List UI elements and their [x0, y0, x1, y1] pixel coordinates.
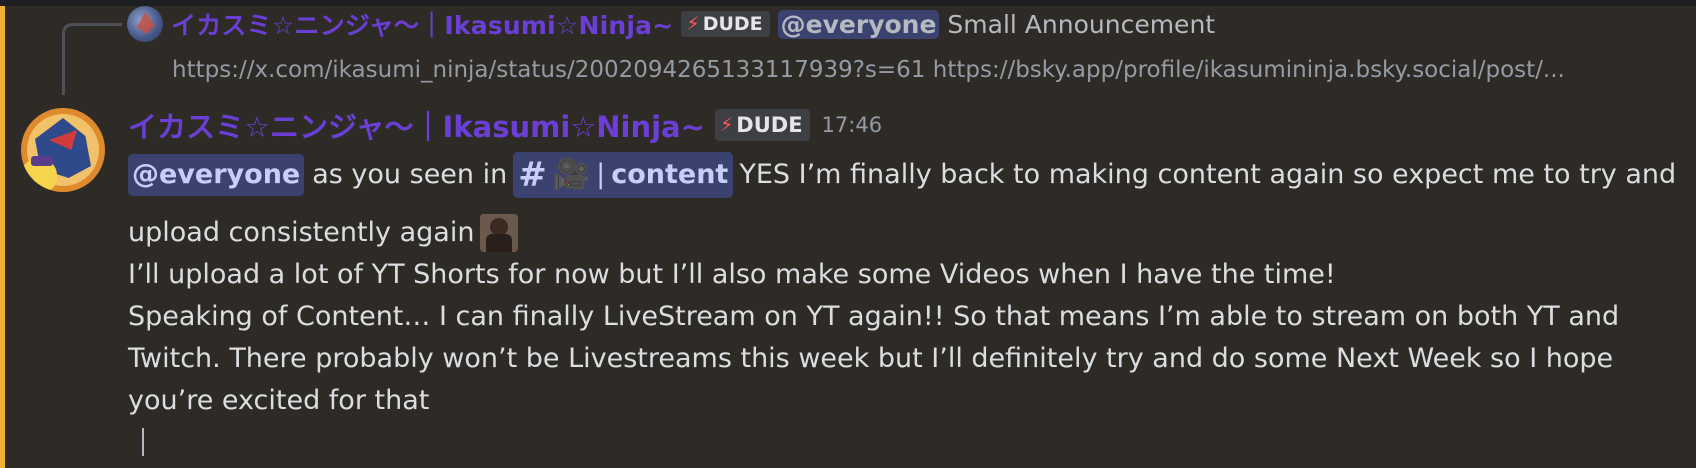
timestamp[interactable]: 17:46	[822, 113, 883, 137]
everyone-mention[interactable]: @everyone	[128, 154, 305, 196]
reply-author-name[interactable]: イカスミ☆ニンジャ〜｜Ikasumi☆Ninja~	[171, 6, 673, 42]
reply-text[interactable]: Small Announcement	[947, 10, 1215, 39]
hash-icon: #	[518, 155, 547, 195]
message-line-1: @everyone as you seen in # 🎥 | content Y…	[128, 152, 1676, 198]
message-line-5: Twitch. There probably won’t be Livestre…	[128, 343, 1614, 374]
message-header: イカスミ☆ニンジャ〜｜Ikasumi☆Ninja~ ⚡ DUDE 17:46	[128, 104, 882, 146]
reply-spine	[62, 23, 122, 95]
reply-role-badge: ⚡ DUDE	[681, 11, 770, 37]
reply-avatar[interactable]	[127, 6, 163, 42]
text-after-channel: YES I’m finally back to making content a…	[739, 159, 1677, 190]
message-line-3: I’ll upload a lot of YT Shorts for now b…	[128, 259, 1336, 290]
reply-preview[interactable]: イカスミ☆ニンジャ〜｜Ikasumi☆Ninja~ ⚡ DUDE @everyo…	[127, 6, 1215, 42]
message-line-2: upload consistently again	[128, 212, 1668, 254]
message-line-4: Speaking of Content… I can finally LiveS…	[128, 301, 1620, 332]
channel-mention[interactable]: # 🎥 | content	[513, 152, 734, 198]
text-before-channel: as you seen in	[312, 159, 508, 190]
lightning-icon: ⚡	[686, 13, 700, 35]
badge-label: DUDE	[736, 113, 803, 137]
custom-emoji-icon[interactable]	[480, 214, 519, 252]
mention-highlight-bar	[0, 6, 5, 468]
reply-badge-label: DUDE	[702, 13, 763, 35]
message-content: @everyone as you seen in # 🎥 | content Y…	[128, 152, 1676, 422]
chat-frame: イカスミ☆ニンジャ〜｜Ikasumi☆Ninja~ ⚡ DUDE @everyo…	[0, 0, 1696, 468]
author-avatar[interactable]	[21, 108, 105, 192]
camera-icon: 🎥	[552, 157, 591, 192]
channel-separator: |	[596, 159, 606, 190]
channel-name: content	[611, 159, 729, 190]
line2-text: upload consistently again	[128, 217, 475, 248]
lightning-icon: ⚡	[719, 114, 734, 136]
reply-mention[interactable]: @everyone	[777, 9, 940, 39]
author-name[interactable]: イカスミ☆ニンジャ〜｜Ikasumi☆Ninja~	[128, 104, 705, 146]
reply-links[interactable]: https://x.com/ikasumi_ninja/status/20020…	[172, 57, 1565, 83]
role-badge[interactable]: ⚡ DUDE	[714, 109, 810, 141]
text-caret	[142, 428, 144, 456]
avatar-hat	[31, 156, 53, 166]
message-line-6: you’re excited for that	[128, 385, 430, 416]
